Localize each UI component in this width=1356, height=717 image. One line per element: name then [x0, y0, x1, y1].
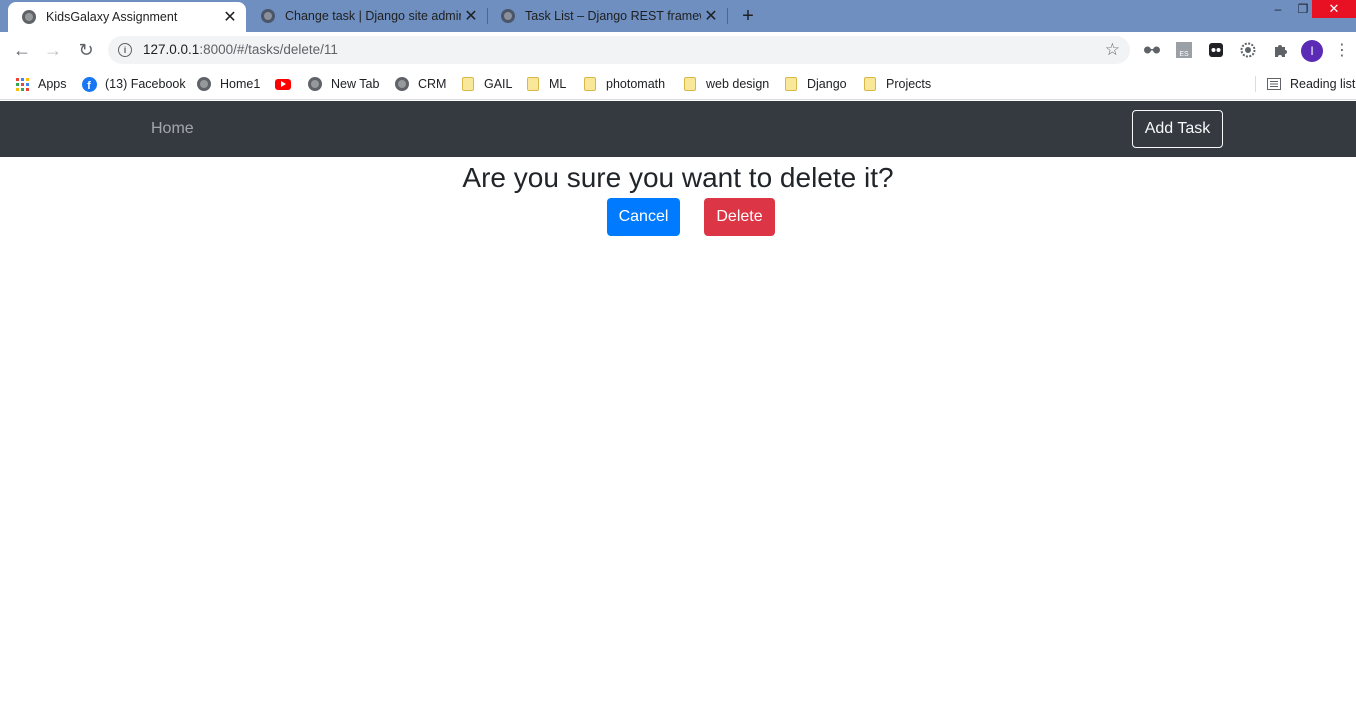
bookmark-photomath[interactable]: photomath — [582, 74, 665, 94]
menu-kebab-icon[interactable]: ⋮ — [1334, 40, 1350, 60]
es-extension-icon[interactable]: ES — [1174, 40, 1194, 60]
close-icon[interactable]: ✕ — [701, 6, 721, 26]
bookmark-label: Apps — [38, 77, 67, 91]
bookmark-youtube[interactable] — [275, 74, 299, 94]
url-text[interactable]: 127.0.0.1:8000/#/tasks/delete/11 — [143, 42, 338, 57]
globe-icon — [394, 76, 410, 92]
bookmark-label: photomath — [606, 77, 666, 91]
puzzle-extensions-icon[interactable] — [1270, 40, 1290, 60]
minimize-button[interactable]: – — [1268, 0, 1288, 18]
confirm-question: Are you sure you want to delete it? — [462, 162, 894, 193]
browser-toolbar: ← → ↻ i 127.0.0.1:8000/#/tasks/delete/11… — [0, 32, 1356, 68]
new-tab-button[interactable]: + — [736, 4, 760, 28]
folder-icon — [682, 76, 698, 92]
bookmark-label: Django — [807, 77, 847, 91]
bookmarks-bar: Apps f (13) Facebook Home1 New Tab CRM G… — [0, 68, 1356, 100]
info-icon[interactable]: i — [118, 43, 132, 57]
reading-list-icon — [1266, 76, 1282, 92]
globe-icon — [22, 10, 36, 24]
tab-change-task[interactable]: Change task | Django site admin ✕ — [247, 0, 487, 32]
confirm-button-row: Cancel Delete — [0, 198, 1356, 236]
bookmark-gail[interactable]: GAIL — [460, 74, 513, 94]
delete-button[interactable]: Delete — [704, 198, 775, 236]
bookmark-label: Home1 — [220, 77, 261, 91]
folder-icon — [525, 76, 541, 92]
folder-icon — [862, 76, 878, 92]
browser-tab-strip: KidsGalaxy Assignment ✕ Change task | Dj… — [0, 0, 1356, 32]
glasses-extension-icon[interactable] — [1142, 40, 1162, 60]
tab-separator — [727, 8, 728, 24]
close-icon[interactable]: ✕ — [461, 6, 481, 26]
globe-icon — [261, 9, 275, 23]
bookmark-crm[interactable]: CRM — [394, 74, 446, 94]
youtube-icon — [275, 76, 291, 92]
bookmark-star-icon[interactable]: ☆ — [1105, 40, 1120, 60]
tab-task-list[interactable]: Task List – Django REST framewo ✕ — [487, 0, 727, 32]
apps-grid-icon — [14, 76, 30, 92]
back-button[interactable]: ← — [9, 37, 35, 63]
cancel-button[interactable]: Cancel — [607, 198, 680, 236]
forward-button[interactable]: → — [40, 37, 66, 63]
gear-extension-icon[interactable] — [1238, 40, 1258, 60]
bookmark-web-design[interactable]: web design — [682, 74, 769, 94]
globe-icon — [501, 9, 515, 23]
es-extension-label: ES — [1176, 42, 1192, 58]
bookmark-django[interactable]: Django — [783, 74, 847, 94]
window-close-button[interactable]: ✕ — [1312, 0, 1356, 18]
page-navbar: Home Add Task — [0, 101, 1356, 157]
reading-list-label: Reading list — [1290, 77, 1356, 91]
reading-list-button[interactable]: Reading list — [1266, 74, 1355, 94]
delete-confirmation: Are you sure you want to delete it? Canc… — [0, 157, 1356, 236]
bookmark-home1[interactable]: Home1 — [196, 74, 260, 94]
bookmark-label: New Tab — [331, 77, 380, 91]
bookmark-label: GAIL — [484, 77, 513, 91]
restore-button[interactable]: ❐ — [1293, 0, 1313, 18]
bookmark-label: ML — [549, 77, 567, 91]
tab-title: Task List – Django REST framewo — [525, 9, 701, 23]
nav-home-link[interactable]: Home — [151, 120, 194, 138]
add-task-button[interactable]: Add Task — [1132, 110, 1223, 148]
bookmark-label: (13) Facebook — [105, 77, 186, 91]
folder-icon — [582, 76, 598, 92]
folder-icon — [460, 76, 476, 92]
globe-icon — [307, 76, 323, 92]
profile-avatar[interactable]: I — [1301, 40, 1323, 62]
bookmark-label: Projects — [886, 77, 932, 91]
bookmark-facebook[interactable]: f (13) Facebook — [81, 74, 186, 94]
bookmark-projects[interactable]: Projects — [862, 74, 931, 94]
tab-title: KidsGalaxy Assignment — [46, 10, 178, 24]
tab-kidsgalaxy[interactable]: KidsGalaxy Assignment ✕ — [8, 2, 246, 32]
bookmark-ml[interactable]: ML — [525, 74, 566, 94]
bookmark-apps[interactable]: Apps — [14, 74, 67, 94]
bookmark-label: CRM — [418, 77, 447, 91]
folder-icon — [783, 76, 799, 92]
tiles-extension-icon[interactable] — [1206, 40, 1226, 60]
bookmark-new-tab[interactable]: New Tab — [307, 74, 379, 94]
reload-button[interactable]: ↻ — [73, 37, 99, 63]
bookmark-label: web design — [706, 77, 770, 91]
globe-icon — [196, 76, 212, 92]
url-path: :8000/#/tasks/delete/11 — [199, 42, 338, 57]
url-host: 127.0.0.1 — [143, 42, 200, 57]
facebook-icon: f — [81, 76, 97, 92]
address-bar[interactable]: i 127.0.0.1:8000/#/tasks/delete/11 ☆ — [108, 36, 1130, 64]
bookmarks-separator — [1255, 76, 1256, 92]
tab-title: Change task | Django site admin — [285, 9, 461, 23]
close-icon[interactable]: ✕ — [220, 7, 240, 27]
